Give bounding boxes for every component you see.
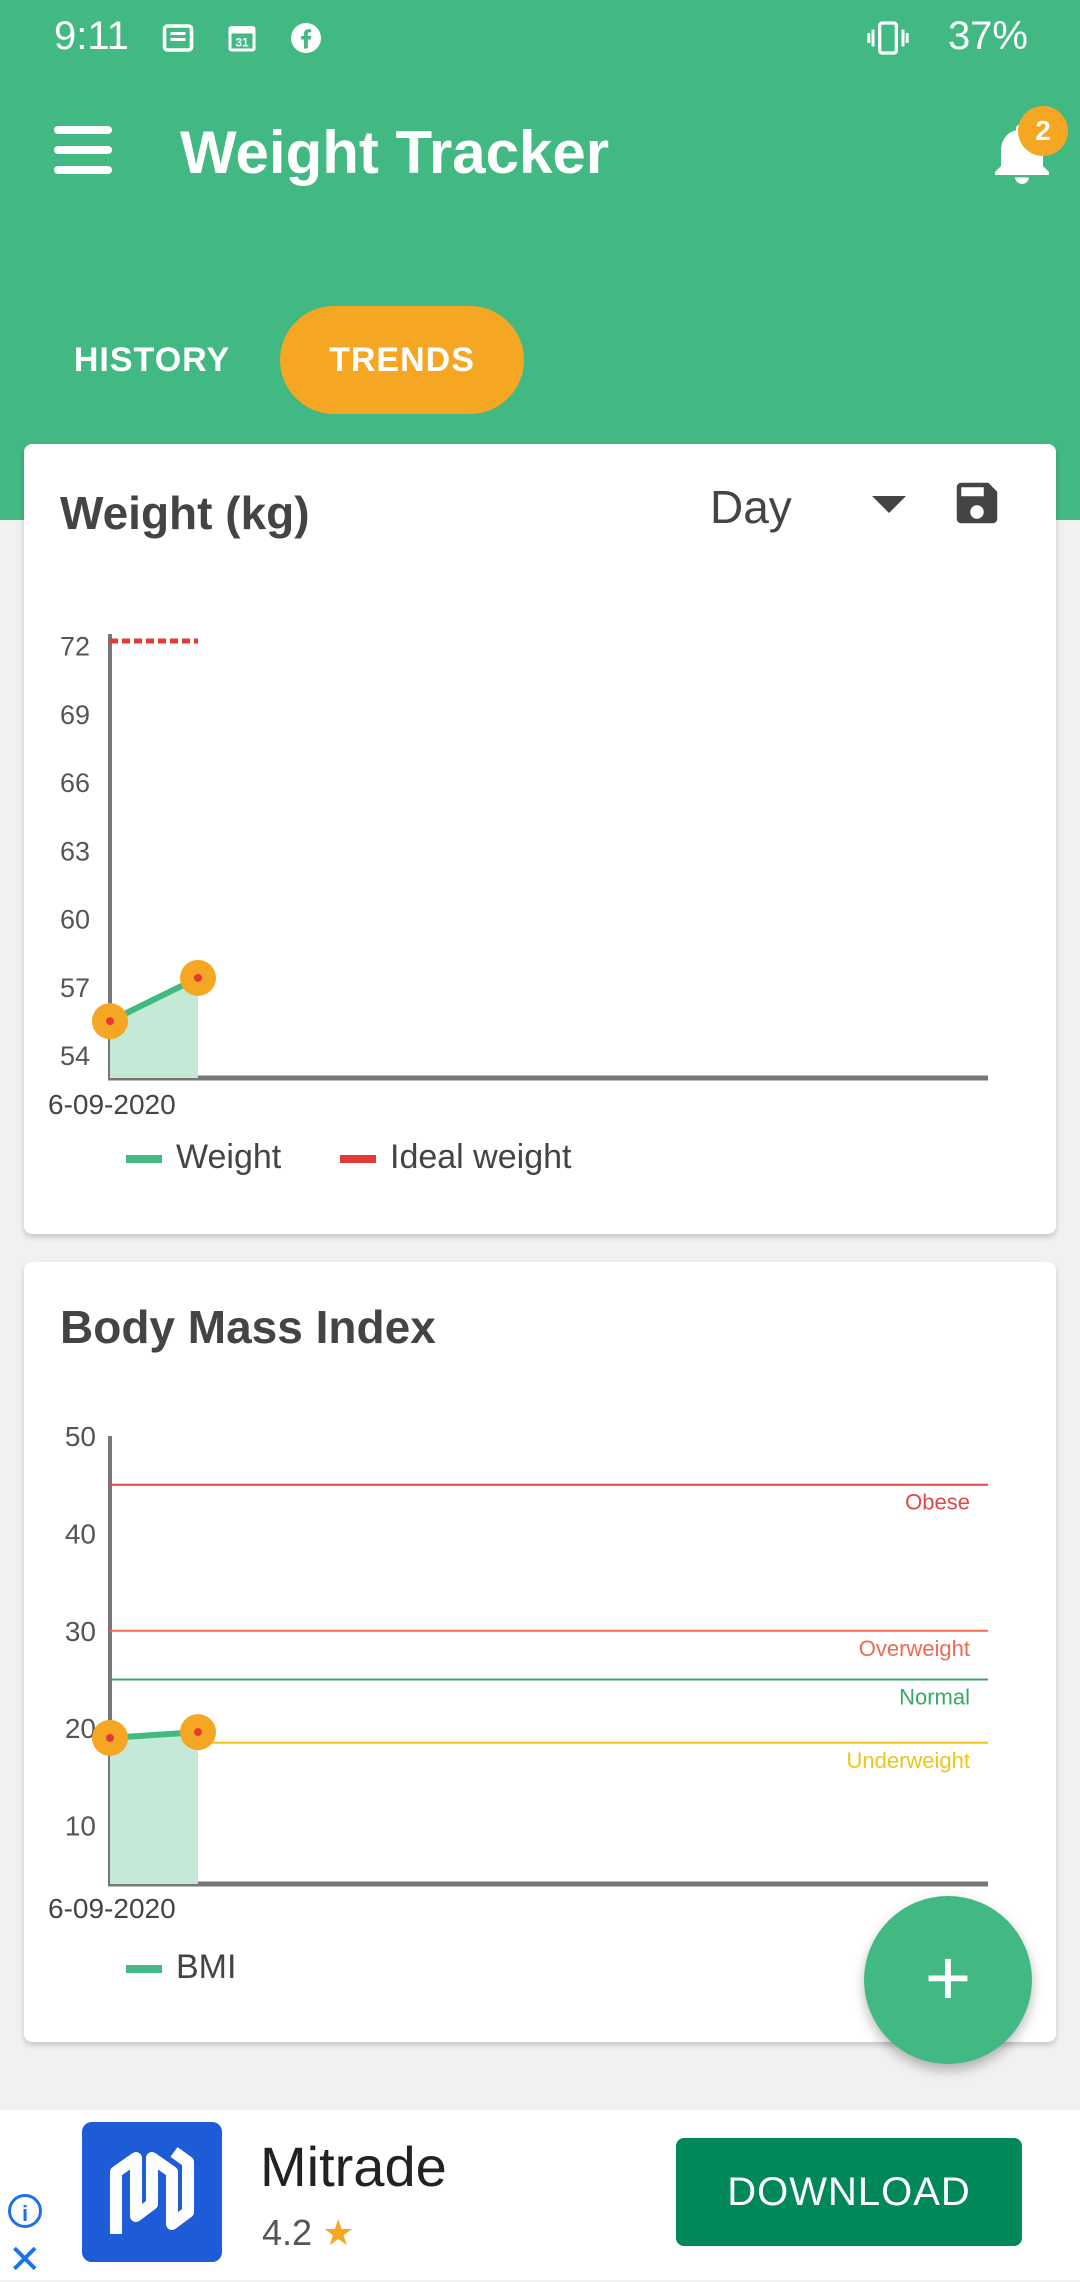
bmi-zone-label: Overweight xyxy=(859,1636,970,1661)
weight-data-point-center xyxy=(106,1017,114,1026)
bmi-zone-label: Normal xyxy=(899,1684,970,1709)
ad-rating: 4.2 ★ xyxy=(262,2212,354,2254)
weight-y-tick-label: 66 xyxy=(60,768,90,798)
weight-legend-item: Weight xyxy=(126,1138,281,1177)
ideal-weight-legend-label: Ideal weight xyxy=(390,1138,572,1176)
vibrate-icon xyxy=(867,21,909,55)
ad-close-icon[interactable]: ✕ xyxy=(8,2240,42,2280)
bmi-zone-label: Underweight xyxy=(846,1748,970,1773)
bmi-y-tick-label: 40 xyxy=(65,1518,96,1549)
facebook-icon xyxy=(291,23,321,53)
status-time: 9:11 xyxy=(54,14,129,58)
weight-y-tick-label: 54 xyxy=(60,1041,90,1071)
ad-banner[interactable]: i ✕ Mitrade 4.2 ★ DOWNLOAD xyxy=(0,2110,1080,2280)
bmi-y-tick-label: 20 xyxy=(65,1713,96,1744)
bmi-zone-label: Obese xyxy=(905,1490,970,1515)
ad-rating-value: 4.2 xyxy=(262,2212,313,2253)
battery-level: 37% xyxy=(947,14,1028,58)
bmi-data-point-center xyxy=(106,1733,114,1742)
bmi-area-fill xyxy=(110,1732,198,1884)
weight-legend-swatch xyxy=(126,1155,162,1164)
notification-count-badge: 2 xyxy=(1018,106,1068,156)
bmi-y-tick-label: 30 xyxy=(65,1616,96,1647)
plus-icon: + xyxy=(924,1933,972,2022)
star-icon: ★ xyxy=(322,2212,355,2253)
weight-x-tick-label: 6-09-2020 xyxy=(48,1089,176,1120)
svg-text:31: 31 xyxy=(235,35,249,49)
menu-icon[interactable] xyxy=(52,122,116,178)
weight-y-tick-label: 57 xyxy=(60,973,90,1003)
status-bar: 9:11 31 37% xyxy=(0,0,1080,80)
bmi-legend-label: BMI xyxy=(176,1948,237,1986)
tab-history[interactable]: HISTORY xyxy=(40,306,264,414)
weight-chart: 6-09-2020 54 57 60 63 66 69 72 xyxy=(48,632,988,1120)
bmi-legend-item: BMI xyxy=(126,1948,236,1987)
bmi-y-tick-label: 10 xyxy=(65,1811,96,1842)
weight-data-point-center xyxy=(194,973,202,982)
add-entry-button[interactable]: + xyxy=(864,1896,1032,2064)
bmi-legend-swatch xyxy=(126,1965,162,1974)
app-title: Weight Tracker xyxy=(180,119,610,186)
ideal-weight-legend-swatch xyxy=(340,1155,376,1164)
bmi-x-tick-label: 6-09-2020 xyxy=(48,1893,176,1924)
weight-y-tick-label: 60 xyxy=(60,905,90,935)
weight-y-tick-label: 63 xyxy=(60,836,90,866)
ad-info-icon[interactable]: i xyxy=(8,2194,42,2228)
ideal-weight-legend-item: Ideal weight xyxy=(340,1138,571,1177)
bmi-y-tick-label: 50 xyxy=(65,1421,96,1452)
ad-download-button[interactable]: DOWNLOAD xyxy=(676,2138,1022,2246)
weight-y-tick-label: 72 xyxy=(60,632,90,662)
mitrade-logo-icon xyxy=(82,2122,222,2262)
bmi-data-point-center xyxy=(194,1728,202,1737)
news-icon xyxy=(162,24,194,52)
calendar-icon: 31 xyxy=(228,26,256,52)
ad-app-name: Mitrade xyxy=(260,2135,447,2198)
weight-y-tick-label: 69 xyxy=(60,700,90,730)
weight-legend-label: Weight xyxy=(176,1138,282,1176)
tab-trends[interactable]: TRENDS xyxy=(280,306,524,414)
weight-chart-card: Weight (kg) Day 6-09-2020 54 57 60 63 66 69 72… xyxy=(24,444,1056,1234)
